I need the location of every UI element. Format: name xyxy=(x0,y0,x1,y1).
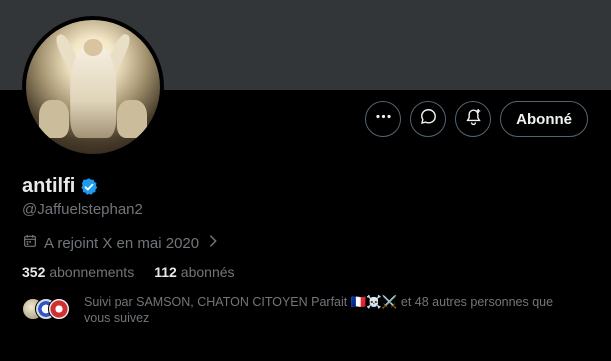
following-link[interactable]: 352 abonnements xyxy=(22,264,134,280)
notify-icon xyxy=(464,107,483,131)
message-button[interactable] xyxy=(410,101,447,137)
followers-count: 112 xyxy=(154,264,177,280)
avatar xyxy=(48,298,70,320)
followed-by[interactable]: Suivi par SAMSON, CHATON CITOYEN Parfait… xyxy=(22,294,611,326)
verified-icon[interactable] xyxy=(79,177,99,197)
followed-by-text: Suivi par SAMSON, CHATON CITOYEN Parfait… xyxy=(84,294,611,326)
message-icon xyxy=(419,107,438,131)
followed-by-avatars xyxy=(22,298,74,322)
avatar-image xyxy=(26,20,160,154)
followers-label: abonnés xyxy=(180,264,235,280)
profile-stats: 352 abonnements 112 abonnés xyxy=(22,264,235,280)
profile-avatar[interactable] xyxy=(22,16,164,158)
notify-button[interactable] xyxy=(455,101,492,137)
profile-name-row: antilfi xyxy=(22,175,99,198)
joined-text: A rejoint X en mai 2020 xyxy=(44,234,200,252)
chevron-right-icon xyxy=(205,233,221,253)
following-count: 352 xyxy=(22,264,46,280)
calendar-icon xyxy=(22,233,38,253)
profile-actions: Abonné xyxy=(365,101,588,137)
joined-date[interactable]: A rejoint X en mai 2020 xyxy=(22,233,221,253)
following-label: abonnements xyxy=(49,264,135,280)
more-icon xyxy=(374,107,393,131)
followed-by-line2: vous suivez xyxy=(84,311,150,325)
more-button[interactable] xyxy=(365,101,402,137)
following-button[interactable]: Abonné xyxy=(500,101,588,137)
display-name: antilfi xyxy=(22,175,76,197)
followed-by-line1: Suivi par SAMSON, CHATON CITOYEN Parfait… xyxy=(84,295,554,309)
profile-handle: @Jaffuelstephan2 xyxy=(22,201,143,218)
followers-link[interactable]: 112 abonnés xyxy=(154,264,234,280)
